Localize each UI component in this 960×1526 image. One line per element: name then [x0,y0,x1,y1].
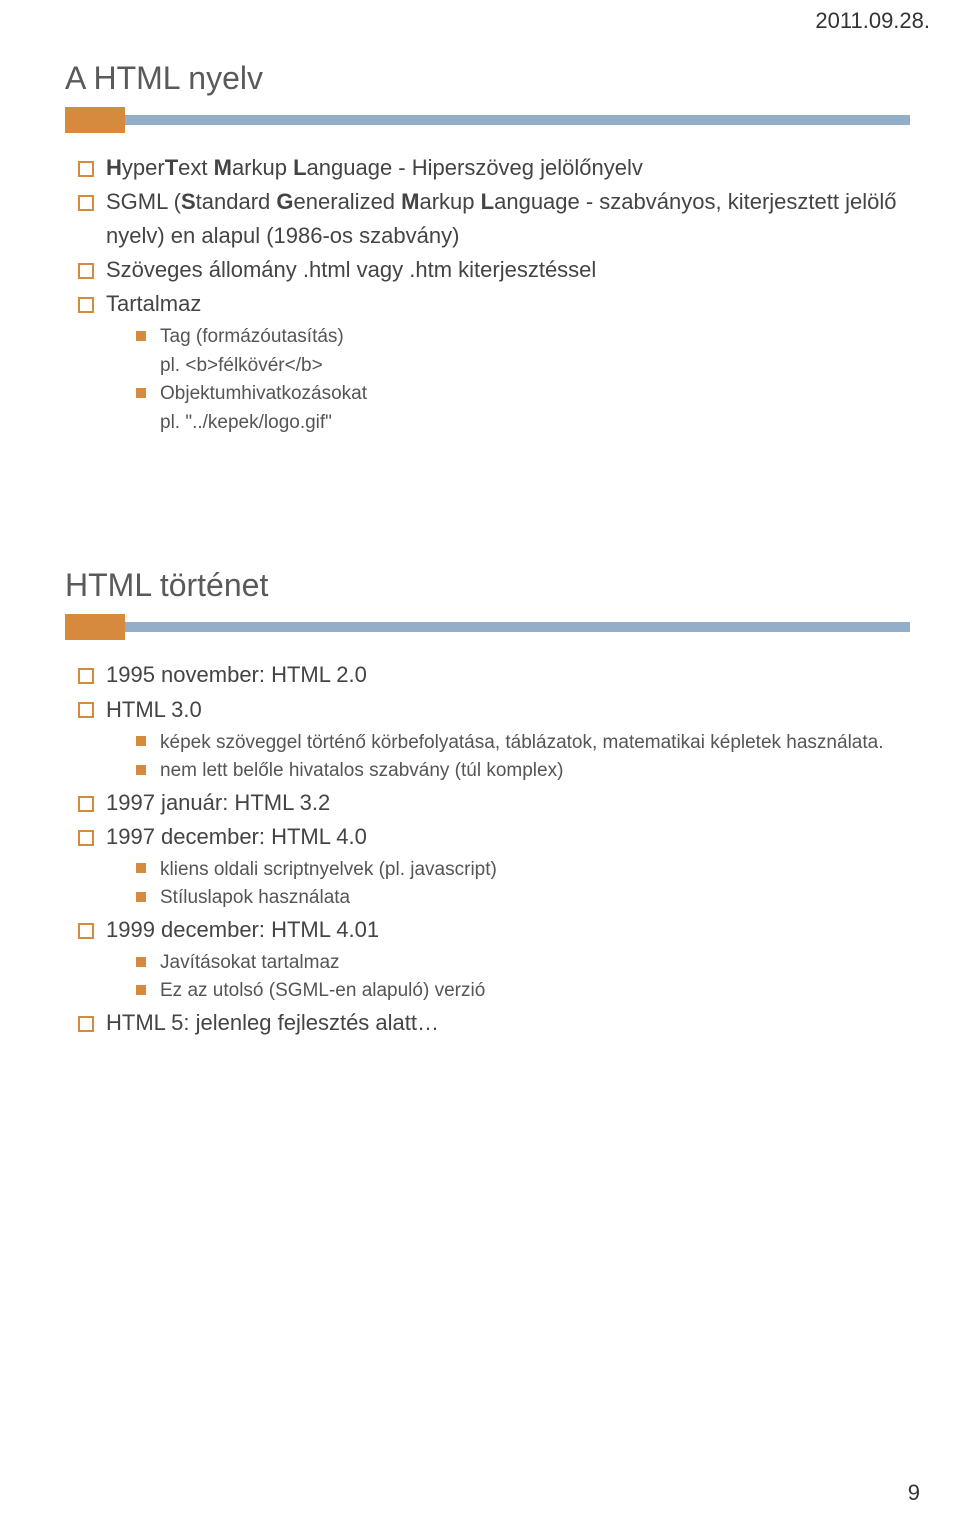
rule-box [65,614,125,640]
text: Javításokat tartalmaz [160,952,340,973]
text: Tag (formázóutasítás) [160,326,344,347]
list-item: HTML 5: jelenleg fejlesztés alatt… [78,1006,910,1040]
bold: M [214,155,232,180]
list-item: 1999 december: HTML 4.01 Javításokat tar… [78,913,910,1006]
rule-line [65,622,910,632]
sub-item: Tag (formázóutasítás) pl. <b>félkövér</b… [136,323,910,380]
list-item: 1997 január: HTML 3.2 [78,786,910,820]
list-item: 1995 november: HTML 2.0 [78,658,910,692]
slide-1: A HTML nyelv HyperText Markup Language -… [50,60,910,437]
text: SGML ( [106,189,181,214]
text: Szöveges állomány .html vagy .htm kiterj… [106,257,596,282]
sub-item: képek szöveggel történő körbefolyatása, … [136,729,910,758]
header-date: 2011.09.28. [815,8,930,34]
text: HTML 3.0 [106,697,202,722]
text: Tartalmaz [106,291,201,316]
text: 1997 december: HTML 4.0 [106,824,367,849]
slide-2: HTML történet 1995 november: HTML 2.0 HT… [50,567,910,1040]
slide1-title: A HTML nyelv [65,60,910,97]
bold: M [401,189,419,214]
rule-box [65,107,125,133]
slide2-title: HTML történet [65,567,910,604]
slide2-list: 1995 november: HTML 2.0 HTML 3.0 képek s… [50,658,910,1040]
text: yper [122,155,165,180]
page-number: 9 [908,1480,920,1506]
text: 1999 december: HTML 4.01 [106,917,379,942]
list-item: SGML (Standard Generalized Markup Langua… [78,185,910,253]
text: pl. <b>félkövér</b> [160,352,910,381]
text: ext [178,155,213,180]
title-rule [50,107,910,127]
bold: H [106,155,122,180]
text: Stíluslapok használata [160,887,350,908]
sublist: Javításokat tartalmaz Ez az utolsó (SGML… [106,949,910,1006]
text: HTML 5: jelenleg fejlesztés alatt… [106,1010,439,1035]
text: kliens oldali scriptnyelvek (pl. javascr… [160,859,497,880]
text: pl. "../kepek/logo.gif" [160,409,910,438]
bold: L [293,155,306,180]
text: Ez az utolsó (SGML-en alapuló) verzió [160,980,485,1001]
bold: G [276,189,293,214]
list-item: 1997 december: HTML 4.0 kliens oldali sc… [78,820,910,913]
list-item: HTML 3.0 képek szöveggel történő körbefo… [78,693,910,786]
text: 1997 január: HTML 3.2 [106,790,330,815]
list-item: Szöveges állomány .html vagy .htm kiterj… [78,253,910,287]
rule-line [65,115,910,125]
text: nem lett belőle hivatalos szabvány (túl … [160,760,563,781]
text: tandard [196,189,277,214]
sub-item: Javításokat tartalmaz [136,949,910,978]
page: 2011.09.28. A HTML nyelv HyperText Marku… [0,0,960,1526]
sublist: képek szöveggel történő körbefolyatása, … [106,729,910,786]
sub-item: kliens oldali scriptnyelvek (pl. javascr… [136,856,910,885]
slide1-list: HyperText Markup Language - Hiperszöveg … [50,151,910,437]
sub-item: Ez az utolsó (SGML-en alapuló) verzió [136,977,910,1006]
title-rule [50,614,910,634]
list-item: HyperText Markup Language - Hiperszöveg … [78,151,910,185]
text: anguage - Hiperszöveg jelölőnyelv [307,155,643,180]
bold: L [481,189,494,214]
bold: S [181,189,196,214]
sublist: kliens oldali scriptnyelvek (pl. javascr… [106,856,910,913]
sub-item: nem lett belőle hivatalos szabvány (túl … [136,757,910,786]
text: képek szöveggel történő körbefolyatása, … [160,732,883,753]
sublist: Tag (formázóutasítás) pl. <b>félkövér</b… [106,323,910,437]
bold: T [165,155,178,180]
sub-item: Objektumhivatkozásokat pl. "../kepek/log… [136,380,910,437]
text: arkup [420,189,481,214]
text: eneralized [294,189,402,214]
sub-item: Stíluslapok használata [136,884,910,913]
list-item: Tartalmaz Tag (formázóutasítás) pl. <b>f… [78,287,910,437]
text: Objektumhivatkozásokat [160,383,367,404]
text: 1995 november: HTML 2.0 [106,662,367,687]
text: arkup [232,155,293,180]
